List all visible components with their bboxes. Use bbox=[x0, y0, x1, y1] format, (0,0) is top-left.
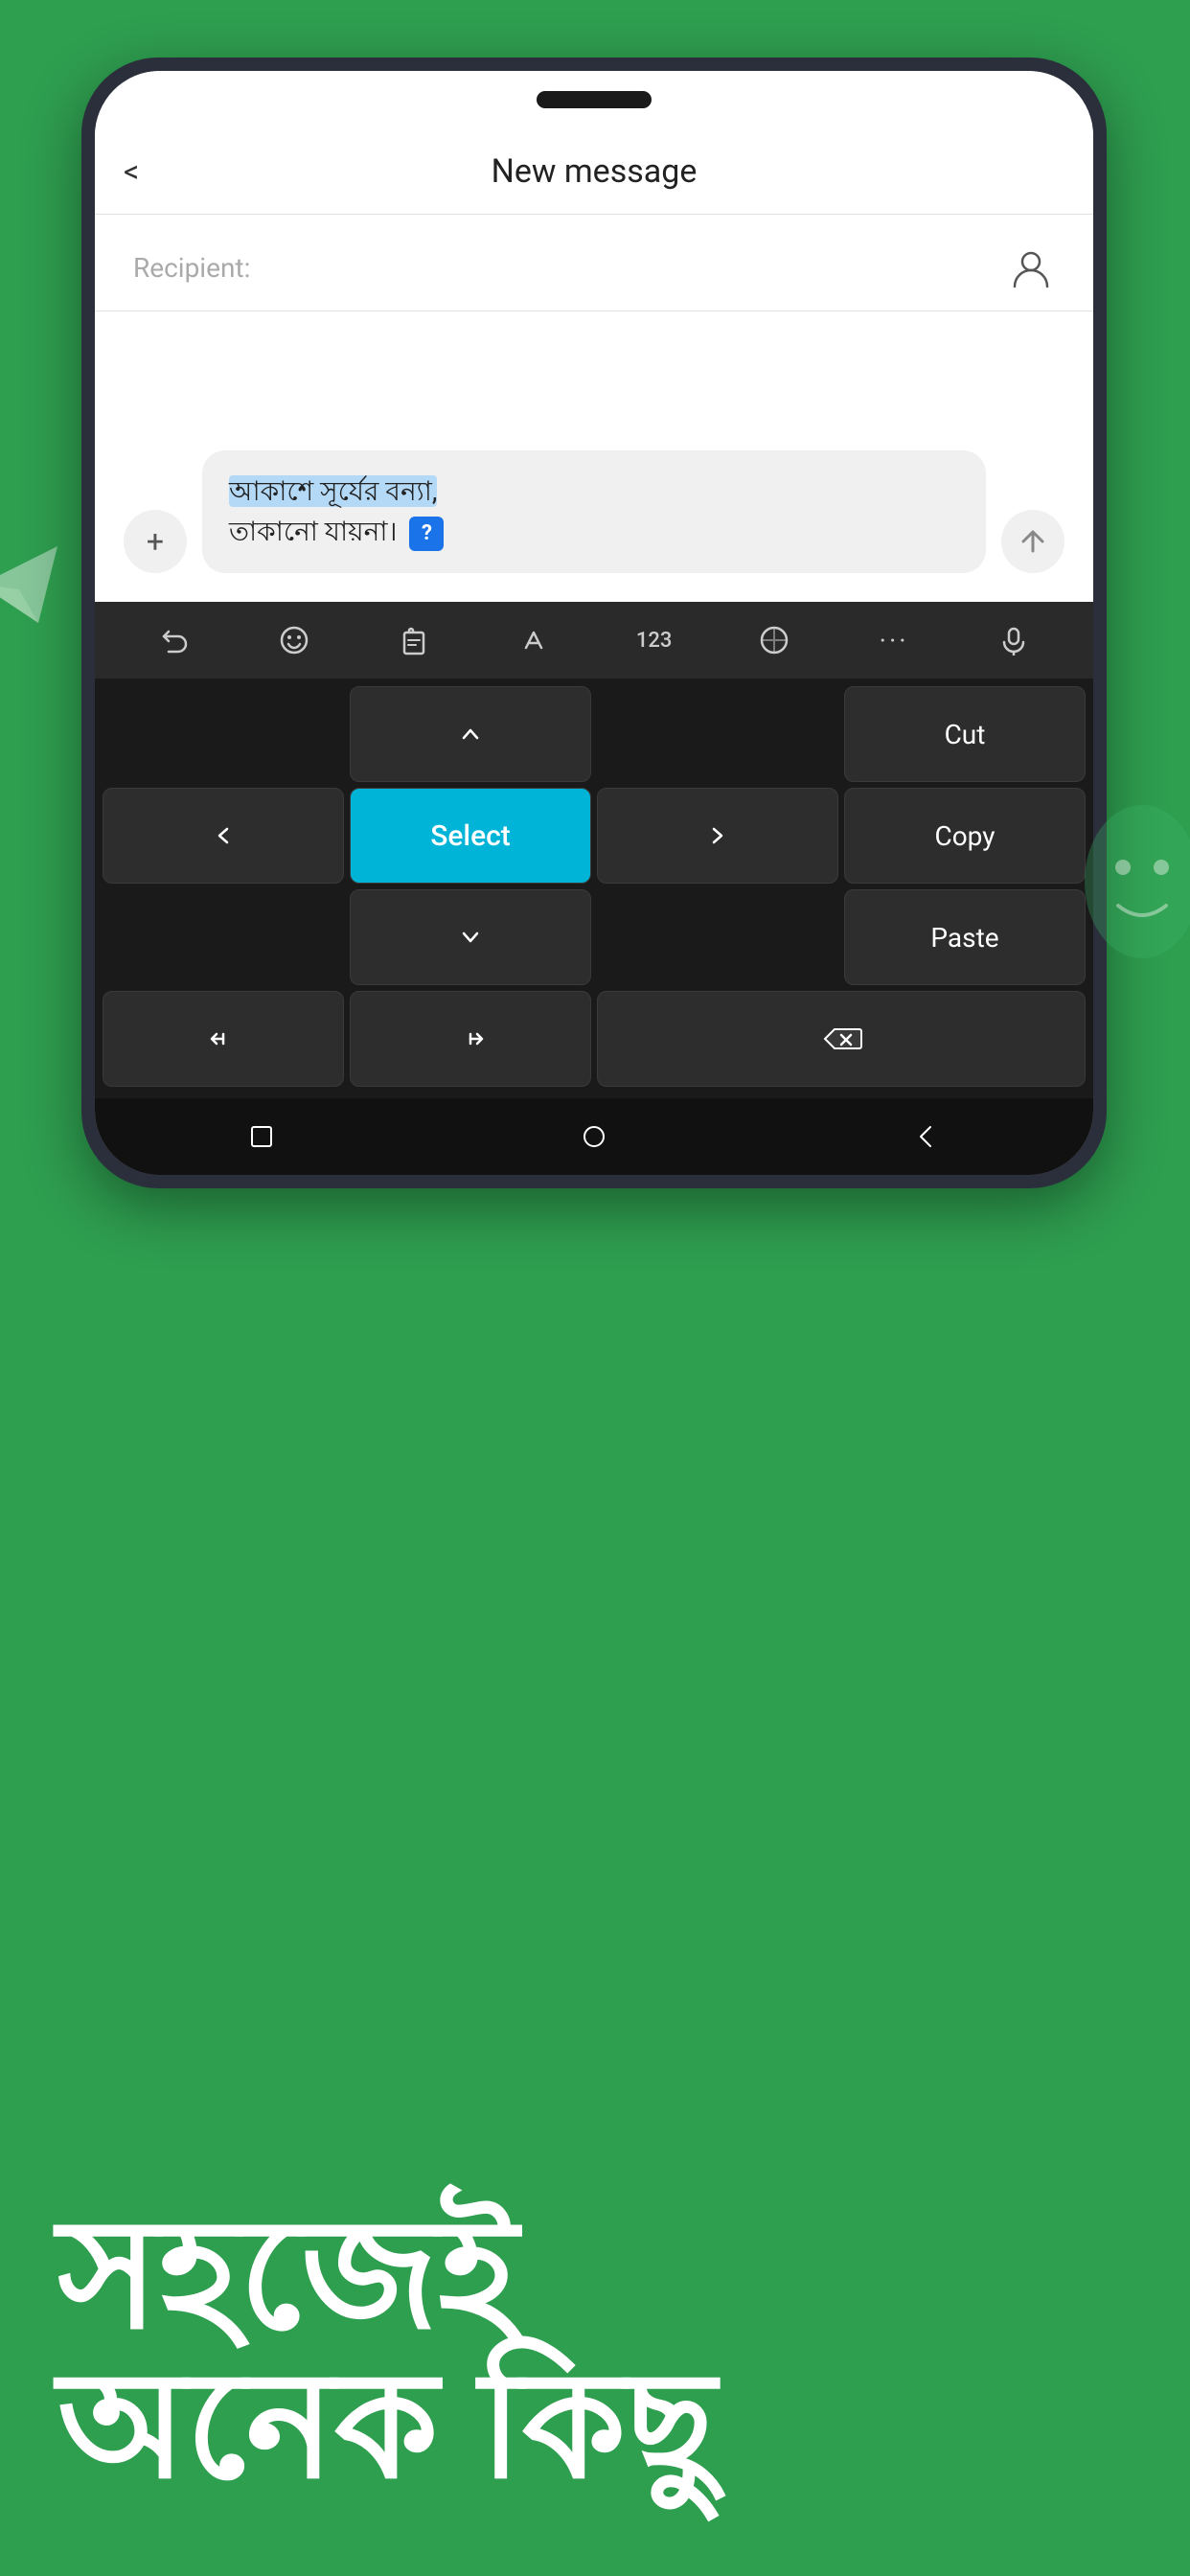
status-pill bbox=[537, 91, 652, 108]
message-row: + আকাশে সূর্যের বন্যা, তাকানো যায়না। ? bbox=[124, 450, 1064, 573]
question-badge: ? bbox=[409, 517, 444, 551]
recipient-label: Recipient: bbox=[133, 252, 988, 284]
arrow-down-button[interactable] bbox=[350, 889, 591, 985]
emoji-icon[interactable] bbox=[265, 611, 323, 669]
empty-key-3 bbox=[103, 889, 344, 985]
clipboard-icon[interactable] bbox=[385, 611, 443, 669]
nav-bar bbox=[95, 1098, 1093, 1175]
empty-key-1 bbox=[103, 686, 344, 782]
back-nav-button[interactable] bbox=[903, 1113, 950, 1161]
send-button[interactable] bbox=[1001, 510, 1064, 573]
keyboard-keys: Cut Select Copy bbox=[95, 678, 1093, 1098]
page-title: New message bbox=[492, 152, 698, 191]
empty-key-2 bbox=[597, 686, 838, 782]
home-nav-button[interactable] bbox=[570, 1113, 618, 1161]
status-bar bbox=[95, 71, 1093, 128]
select-button[interactable]: Select bbox=[350, 788, 591, 884]
paper-plane-decoration bbox=[0, 537, 86, 652]
message-bubble[interactable]: আকাশে সূর্যের বন্যা, তাকানো যায়না। ? bbox=[202, 450, 986, 573]
layout-icon[interactable] bbox=[745, 611, 803, 669]
bubble-area: + আকাশে সূর্যের বন্যা, তাকানো যায়না। ? bbox=[95, 311, 1093, 602]
back-button[interactable]: < bbox=[124, 153, 139, 190]
square-button[interactable] bbox=[238, 1113, 286, 1161]
numbers-icon[interactable]: 123 bbox=[626, 611, 683, 669]
contact-icon[interactable] bbox=[1007, 243, 1055, 291]
message-text-line2: তাকানো যায়না। bbox=[229, 516, 397, 547]
copy-button[interactable]: Copy bbox=[844, 788, 1086, 884]
bottom-line1: সহজেই bbox=[57, 2197, 1190, 2351]
phone-screen: < New message Recipient: + bbox=[95, 71, 1093, 1175]
home-button[interactable] bbox=[103, 991, 344, 1087]
phone-frame: < New message Recipient: + bbox=[81, 58, 1107, 1188]
text-style-icon[interactable] bbox=[505, 611, 562, 669]
delete-button[interactable] bbox=[597, 991, 1086, 1087]
face-decoration-right bbox=[1075, 786, 1190, 978]
keyboard-area: 123 ··· bbox=[95, 602, 1093, 1175]
arrow-right-button[interactable] bbox=[597, 788, 838, 884]
paste-button[interactable]: Paste bbox=[844, 889, 1086, 985]
add-button[interactable]: + bbox=[124, 510, 187, 573]
bottom-line2: অনেক কিছু bbox=[57, 2351, 1190, 2499]
message-area: Recipient: + আকাশে সূর্যের বন্যা, তাকানো… bbox=[95, 215, 1093, 602]
more-icon[interactable]: ··· bbox=[865, 611, 923, 669]
undo-icon[interactable] bbox=[146, 611, 203, 669]
numbers-label: 123 bbox=[636, 629, 673, 653]
arrow-left-button[interactable] bbox=[103, 788, 344, 884]
empty-key-4 bbox=[597, 889, 838, 985]
arrow-up-button[interactable] bbox=[350, 686, 591, 782]
keyboard-toolbar: 123 ··· bbox=[95, 602, 1093, 678]
mic-icon[interactable] bbox=[985, 611, 1042, 669]
selected-text: আকাশে সূর্যের বন্যা, bbox=[229, 475, 437, 507]
recipient-row[interactable]: Recipient: bbox=[95, 215, 1093, 311]
end-button[interactable] bbox=[350, 991, 591, 1087]
app-header: < New message bbox=[95, 128, 1093, 215]
bottom-text: সহজেই অনেক কিছু bbox=[57, 2197, 1190, 2499]
cut-button[interactable]: Cut bbox=[844, 686, 1086, 782]
